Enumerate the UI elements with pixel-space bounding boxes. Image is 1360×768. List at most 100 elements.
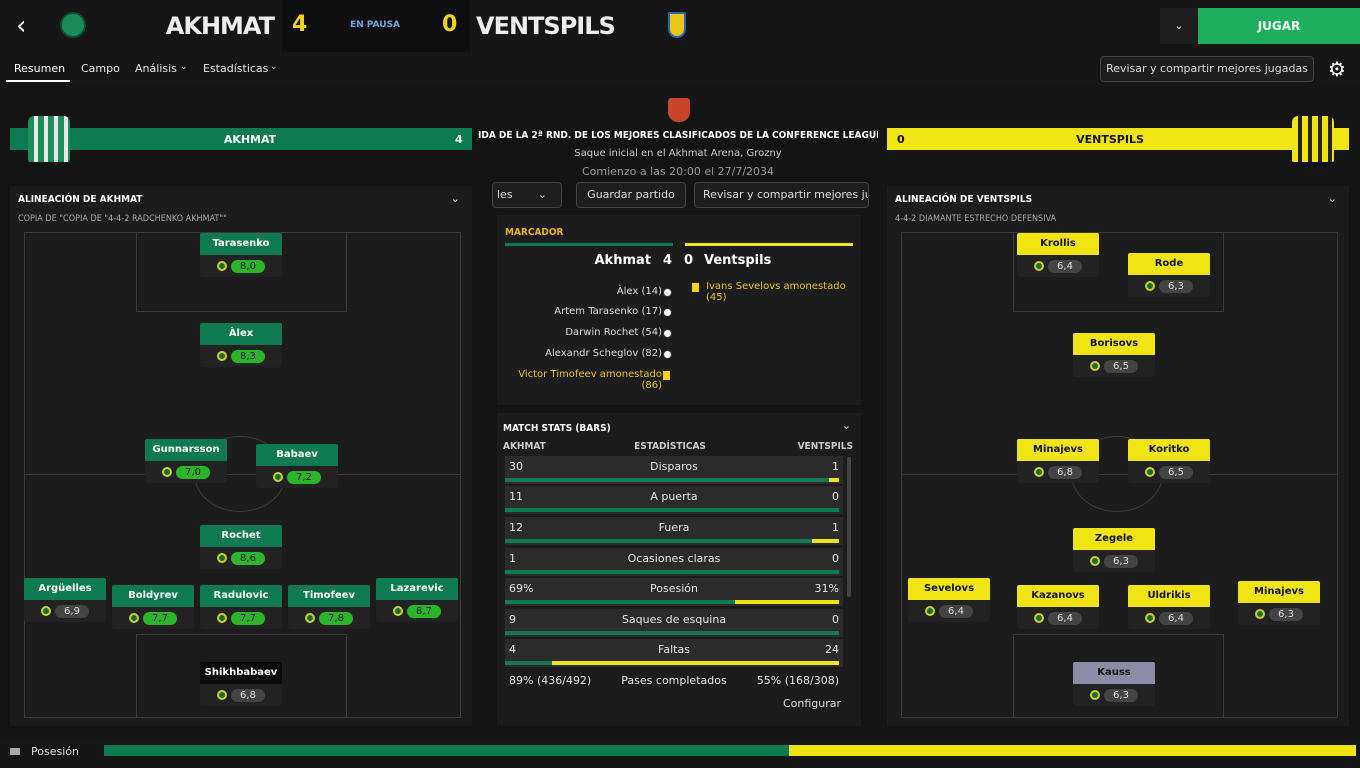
stat-label: Saques de esquina [621, 613, 727, 626]
rating-icon [1090, 361, 1100, 371]
player-rating: 7,0 [176, 465, 210, 479]
stat-away-bar [812, 539, 839, 543]
kickoff-venue: Saque inicial en el Akhmat Arena, Grozny [574, 148, 782, 159]
back-icon[interactable]: ‹ [16, 13, 36, 39]
scoreboard-home-event: Darwin Rochet (54) [502, 327, 662, 338]
player-rating-row: 6,3 [1073, 550, 1155, 572]
rating-icon [217, 613, 227, 623]
scoreboard-away: Ventspils [704, 253, 772, 268]
rating-icon [1034, 613, 1044, 623]
player-card[interactable]: Tarasenko 8,0 [200, 233, 282, 277]
player-rating: 6,3 [1104, 688, 1138, 702]
player-rating: 6,9 [55, 604, 89, 618]
stat-home-bar [505, 508, 839, 512]
stat-away-bar [828, 478, 839, 482]
scoreboard-away-score: 0 [684, 253, 694, 268]
tab-resumen[interactable]: Resumen [14, 62, 65, 75]
player-card[interactable]: Radulovic 7,7 [200, 585, 282, 629]
stat-away-bar [551, 661, 839, 665]
tab-campo[interactable]: Campo [81, 62, 120, 75]
review-highlights-button-2[interactable]: Revisar y compartir mejores ju [694, 182, 869, 208]
play-button[interactable]: JUGAR [1198, 8, 1360, 44]
stat-label: Ocasiones claras [627, 552, 721, 565]
player-card[interactable]: Argüelles 6,9 [24, 578, 106, 622]
stats-col-away: VENTSPILS [797, 441, 853, 452]
player-card[interactable]: Babaev 7,2 [256, 444, 338, 488]
stat-home-bar [505, 478, 829, 482]
stats-scrollbar[interactable] [847, 457, 851, 597]
player-name: Tarasenko [200, 233, 282, 255]
stat-label: Fuera [658, 521, 690, 534]
player-rating-row: 6,9 [24, 600, 106, 622]
player-card[interactable]: Krollis 6,4 [1017, 233, 1099, 277]
chevron-down-icon[interactable]: ⌄ [842, 419, 851, 432]
scoreboard-away-event: Ivans Sevelovs amonestado (45) [706, 281, 846, 303]
tab-active-underline [6, 80, 70, 82]
chevron-down-icon[interactable]: ⌄ [451, 192, 460, 205]
stats-col-mid: ESTADÍSTICAS [634, 441, 706, 452]
player-card[interactable]: Koritko 6,5 [1128, 439, 1210, 483]
stat-label: Disparos [650, 460, 698, 473]
review-highlights-button[interactable]: Revisar y compartir mejores jugadas [1100, 56, 1314, 82]
player-card[interactable]: Boldyrev 7,7 [112, 585, 194, 629]
player-rating-row: 8,3 [200, 345, 282, 367]
rating-icon [217, 690, 227, 700]
player-card[interactable]: Borisovs 6,5 [1073, 333, 1155, 377]
away-lineup-panel: ALINEACIÓN DE VENTSPILS ⌄ 4-4-2 DIAMANTE… [887, 186, 1349, 726]
home-crest-icon [60, 12, 86, 38]
player-card[interactable]: Shikhbabaev 6,8 [200, 662, 282, 706]
chevron-down-icon[interactable]: ⌄ [1328, 192, 1337, 205]
player-rating: 6,5 [1104, 359, 1138, 373]
player-card[interactable]: Minajevs 6,8 [1017, 439, 1099, 483]
player-rating: 7,8 [319, 611, 353, 625]
player-card[interactable]: Zegele 6,3 [1073, 528, 1155, 572]
scoreboard-home-event: Àlex (14) [502, 286, 662, 297]
gear-icon[interactable]: ⚙ [1324, 56, 1350, 82]
player-card[interactable]: Àlex 8,3 [200, 323, 282, 367]
stat-row: 11 A puerta 0 [505, 486, 843, 514]
away-banner-name: VENTSPILS [1076, 133, 1144, 146]
player-rating-row: 6,4 [1017, 255, 1099, 277]
player-card[interactable]: Rochet 8,6 [200, 525, 282, 569]
player-card[interactable]: Kazanovs 6,4 [1017, 585, 1099, 629]
event-text: Victor Timofeev amonestado (86) [518, 369, 662, 391]
save-match-button[interactable]: Guardar partido [576, 182, 686, 208]
tab-analisis[interactable]: Análisis [135, 62, 177, 75]
rating-icon [1090, 690, 1100, 700]
highlights-dropdown-button[interactable]: les ⌄ [492, 182, 562, 208]
player-card[interactable]: Sevelovs 6,4 [908, 578, 990, 622]
player-name: Timofeev [288, 585, 370, 607]
rating-icon [273, 472, 283, 482]
sub-nav: Resumen Campo Análisis ⌄ Estadísticas ⌄ … [0, 52, 1360, 86]
player-name: Kauss [1073, 662, 1155, 684]
player-card[interactable]: Minajevs 6,3 [1238, 581, 1320, 625]
scoreboard-away-bar [685, 243, 853, 246]
stat-away-value: 0 [832, 552, 839, 565]
top-bar: ‹ AKHMAT 4 EN PAUSA 0 VENTSPILS ⌄ JUGAR [0, 0, 1360, 52]
player-rating-row: 6,3 [1128, 275, 1210, 297]
player-rating-row: 6,4 [908, 600, 990, 622]
player-name: Àlex [200, 323, 282, 345]
player-name: Gunnarsson [145, 439, 227, 461]
tab-estadisticas[interactable]: Estadísticas [203, 62, 268, 75]
rating-icon [1145, 613, 1155, 623]
home-team-name: AKHMAT [165, 12, 275, 40]
player-card[interactable]: Lazarevic 8,7 [376, 578, 458, 622]
player-card[interactable]: Timofeev 7,8 [288, 585, 370, 629]
highlights-dropdown-label: les [497, 188, 513, 201]
rating-icon [393, 606, 403, 616]
scoreboard-home-event: Victor Timofeev amonestado (86) [502, 369, 662, 391]
player-card[interactable]: Rode 6,3 [1128, 253, 1210, 297]
stat-away-value: 31% [814, 582, 839, 595]
player-card[interactable]: Gunnarsson 7,0 [145, 439, 227, 483]
start-time: Comienzo a las 20:00 el 27/7/2034 [581, 165, 775, 178]
player-card[interactable]: Uldrikis 6,4 [1128, 585, 1210, 629]
player-name: Koritko [1128, 439, 1210, 461]
goal-icon [663, 308, 672, 317]
dropdown-button[interactable]: ⌄ [1160, 8, 1198, 44]
player-name: Boldyrev [112, 585, 194, 607]
stat-home-bar [505, 539, 813, 543]
player-card[interactable]: Kauss 6,3 [1073, 662, 1155, 706]
player-rating-row: 7,8 [288, 607, 370, 629]
home-score: 4 [292, 12, 308, 37]
